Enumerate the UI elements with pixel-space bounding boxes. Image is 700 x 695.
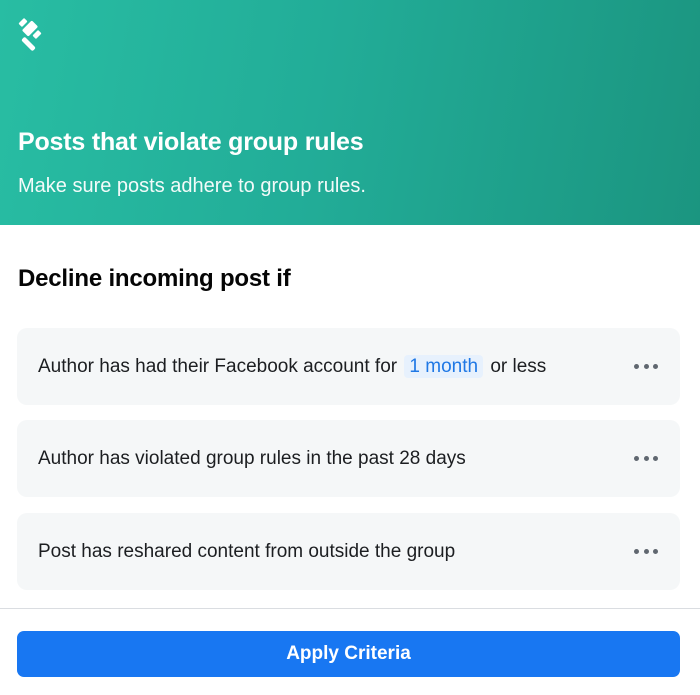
gavel-icon xyxy=(18,18,42,51)
criteria-label: Author has had their Facebook account fo… xyxy=(38,354,547,378)
criteria-item-rule-violations[interactable]: Author has violated group rules in the p… xyxy=(17,420,680,497)
criteria-item-reshared-content[interactable]: Post has reshared content from outside t… xyxy=(17,513,680,590)
page-subtitle: Make sure posts adhere to group rules. xyxy=(18,175,366,197)
section-title: Decline incoming post if xyxy=(18,265,291,292)
more-options-icon[interactable] xyxy=(634,363,658,371)
header-banner: Posts that violate group rules Make sure… xyxy=(0,0,700,225)
criteria-label: Author has violated group rules in the p… xyxy=(38,447,466,469)
criteria-label: Post has reshared content from outside t… xyxy=(38,540,456,562)
criteria-text-prefix: Author has had their Facebook account fo… xyxy=(38,355,398,377)
apply-criteria-button[interactable]: Apply Criteria xyxy=(17,631,680,677)
footer-divider xyxy=(0,608,700,609)
criteria-item-account-age[interactable]: Author has had their Facebook account fo… xyxy=(17,328,680,405)
criteria-text-suffix: or less xyxy=(490,355,547,377)
duration-chip[interactable]: 1 month xyxy=(404,354,484,378)
more-options-icon[interactable] xyxy=(634,548,658,556)
page-title: Posts that violate group rules xyxy=(18,128,364,156)
more-options-icon[interactable] xyxy=(634,455,658,463)
